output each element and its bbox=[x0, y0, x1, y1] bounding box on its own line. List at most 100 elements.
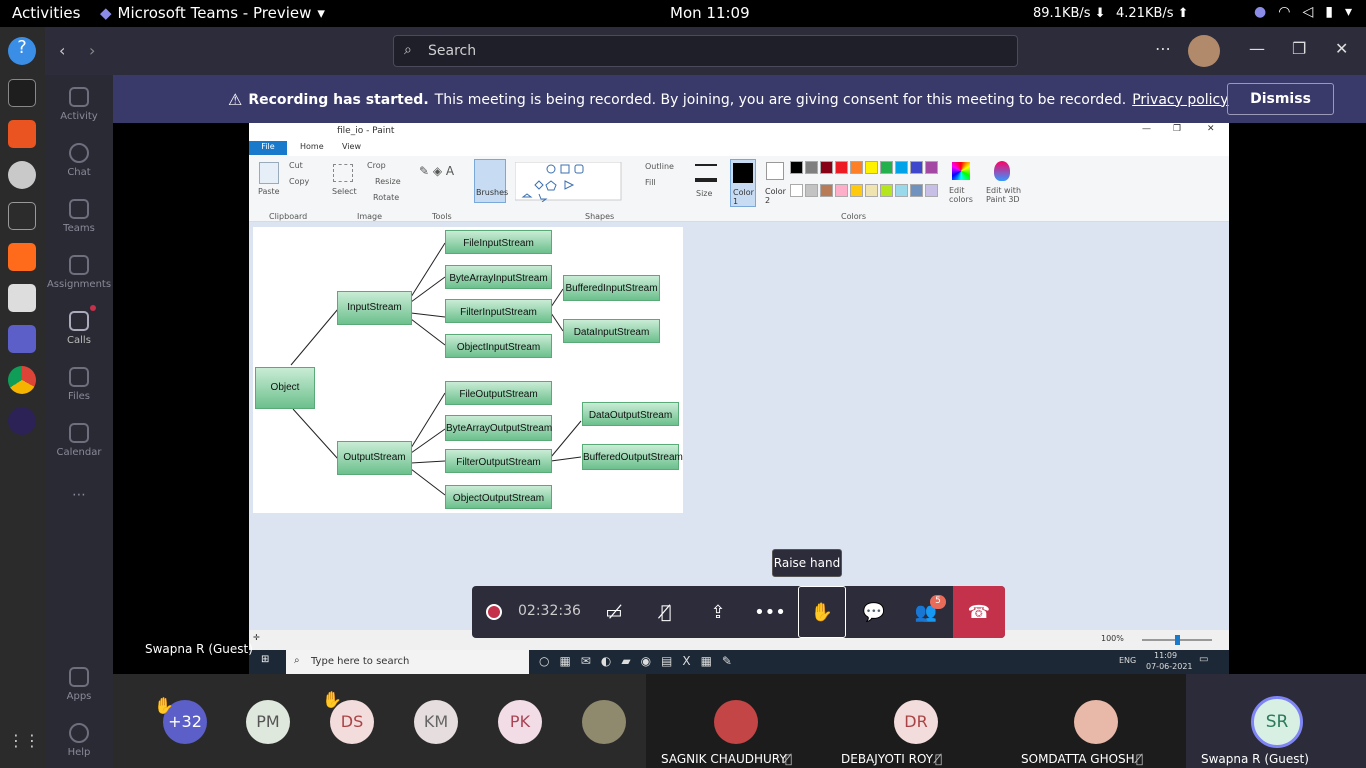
help-icon bbox=[69, 723, 89, 743]
battery-icon[interactable]: ▮ bbox=[1325, 4, 1333, 20]
avatar-initials: PK bbox=[509, 712, 531, 731]
more-actions-button[interactable]: ••• bbox=[746, 586, 794, 638]
system-monitor-icon[interactable] bbox=[8, 79, 36, 107]
profile-avatar[interactable] bbox=[1188, 35, 1220, 67]
rail-activity[interactable]: Activity bbox=[45, 87, 113, 122]
close-icon: ✕ bbox=[1207, 124, 1215, 134]
privacy-policy-link[interactable]: Privacy policy bbox=[1132, 92, 1228, 108]
volume-icon[interactable]: ◁ bbox=[1302, 4, 1313, 20]
mic-off-button[interactable]: 🎙̸ bbox=[642, 586, 690, 638]
resize-label: Resize bbox=[375, 177, 401, 186]
more-apps-icon[interactable]: ⋯ bbox=[45, 487, 113, 503]
avatar-pk[interactable]: PK bbox=[498, 700, 542, 744]
mic-off-icon: 🎙̸ bbox=[1136, 752, 1144, 766]
chat-button[interactable]: 💬 bbox=[850, 586, 898, 638]
rail-chat[interactable]: Chat bbox=[45, 143, 113, 178]
search-input[interactable]: ⌕ Search bbox=[393, 35, 1018, 67]
power-menu-icon[interactable]: ▾ bbox=[1345, 4, 1352, 20]
palette-swatch bbox=[865, 184, 878, 197]
camera-off-button[interactable]: ▭̸ bbox=[590, 586, 638, 638]
rail-label: Assignments bbox=[46, 279, 112, 290]
rail-help[interactable]: Help bbox=[45, 723, 113, 758]
sublime-text-icon[interactable] bbox=[8, 243, 36, 271]
palette-swatch bbox=[865, 161, 878, 174]
back-icon[interactable]: ‹ bbox=[59, 41, 65, 60]
app-title: Microsoft Teams - Preview bbox=[117, 4, 312, 22]
participants-button[interactable]: 👥 5 bbox=[902, 586, 950, 638]
share-icon: ⇪ bbox=[710, 601, 726, 623]
mic-off-icon: 🎙̸ bbox=[785, 752, 793, 766]
select-label: Select bbox=[332, 187, 357, 196]
language-indicator: ENG bbox=[1119, 656, 1137, 665]
dismiss-button[interactable]: Dismiss bbox=[1227, 83, 1334, 115]
rail-label: Help bbox=[67, 747, 91, 758]
close-icon[interactable]: ✕ bbox=[1335, 39, 1348, 58]
maximize-icon[interactable]: ❐ bbox=[1292, 39, 1306, 58]
calendar-icon bbox=[69, 423, 89, 443]
avatar-km[interactable]: KM bbox=[414, 700, 458, 744]
teams-icon bbox=[69, 199, 89, 219]
windows-taskbar: ⊞ ⌕ Type here to search ○▦✉◐▰◉▤X▦✎ ENG 11… bbox=[249, 650, 1229, 674]
tab-view: View bbox=[342, 142, 361, 151]
avatar-initials: SR bbox=[1265, 712, 1289, 732]
size-icon bbox=[695, 164, 717, 182]
forward-icon[interactable]: › bbox=[89, 41, 95, 60]
paint-ribbon: Paste Cut Copy Select Crop Resize Rotate… bbox=[249, 156, 1229, 222]
eclipse-icon[interactable] bbox=[8, 407, 36, 435]
wifi-icon[interactable]: ◠ bbox=[1278, 4, 1290, 20]
rail-teams[interactable]: Teams bbox=[45, 199, 113, 234]
avatar-photo[interactable] bbox=[582, 700, 626, 744]
ubuntu-dock: ? ⋮⋮ bbox=[0, 27, 45, 768]
cut-label: Cut bbox=[289, 161, 303, 170]
rail-assignments[interactable]: Assignments bbox=[45, 255, 113, 290]
tab-file: File bbox=[249, 141, 287, 155]
copy-label: Copy bbox=[289, 177, 310, 186]
palette-swatch bbox=[910, 184, 923, 197]
object-box: Object bbox=[255, 367, 315, 409]
more-options-icon[interactable]: ⋯ bbox=[1155, 39, 1171, 58]
warning-icon: ⚠ bbox=[228, 90, 243, 109]
teams-icon: ◆ bbox=[100, 4, 112, 22]
minimize-icon[interactable]: — bbox=[1249, 39, 1265, 58]
palette-swatch bbox=[880, 161, 893, 174]
activities-button[interactable]: Activities bbox=[12, 4, 80, 22]
rail-apps[interactable]: Apps bbox=[45, 667, 113, 702]
teams-tray-icon[interactable]: ● bbox=[1254, 4, 1266, 20]
leave-call-button[interactable]: ☎ bbox=[953, 586, 1005, 638]
meeting-controls: 02:32:36 ▭̸ 🎙̸ ⇪ ••• ✋ 💬 👥 5 ☎ bbox=[472, 586, 1005, 638]
files-manager-icon[interactable] bbox=[8, 284, 36, 312]
avatar-pm[interactable]: PM bbox=[246, 700, 290, 744]
assignments-icon bbox=[69, 255, 89, 275]
dataoutputstream-box: DataOutputStream bbox=[582, 402, 679, 426]
clock[interactable]: Mon 11:09 bbox=[670, 4, 750, 22]
fileinputstream-box: FileInputStream bbox=[445, 230, 552, 254]
share-screen-button[interactable]: ⇪ bbox=[694, 586, 742, 638]
raised-hand-icon: ✋ bbox=[154, 696, 174, 715]
settings-app-icon[interactable] bbox=[8, 161, 36, 189]
chrome-icon[interactable] bbox=[8, 366, 36, 394]
participant-name: SOMDATTA GHOSH bbox=[1021, 752, 1135, 766]
palette-swatch bbox=[895, 161, 908, 174]
app-menu[interactable]: ◆ Microsoft Teams - Preview ▾ bbox=[100, 4, 325, 22]
color2-button: Color 2 bbox=[763, 159, 787, 207]
terminal-icon[interactable] bbox=[8, 202, 36, 230]
software-center-icon[interactable] bbox=[8, 120, 36, 148]
avatar-initials: DR bbox=[904, 712, 928, 731]
rail-files[interactable]: Files bbox=[45, 367, 113, 402]
show-apps-icon[interactable]: ⋮⋮ bbox=[8, 731, 40, 759]
raise-hand-button[interactable]: ✋ bbox=[798, 586, 846, 638]
zoom-level: 100% bbox=[1101, 634, 1124, 643]
download-speed: 89.1KB/s ⬇ bbox=[1033, 6, 1106, 21]
participant-avatar: DR bbox=[894, 700, 938, 744]
help-app-icon[interactable]: ? bbox=[8, 37, 36, 65]
teams-dock-icon[interactable] bbox=[8, 325, 36, 353]
paste-icon bbox=[259, 162, 279, 184]
fileoutputstream-box: FileOutputStream bbox=[445, 381, 552, 405]
rail-calls[interactable]: Calls bbox=[45, 305, 113, 346]
search-placeholder: Search bbox=[428, 43, 477, 59]
edit-colors-label: Edit colors bbox=[949, 186, 973, 204]
palette-swatch bbox=[790, 161, 803, 174]
rail-calendar[interactable]: Calendar bbox=[45, 423, 113, 458]
colors-group-label: Colors bbox=[841, 212, 867, 221]
palette-swatch bbox=[880, 184, 893, 197]
